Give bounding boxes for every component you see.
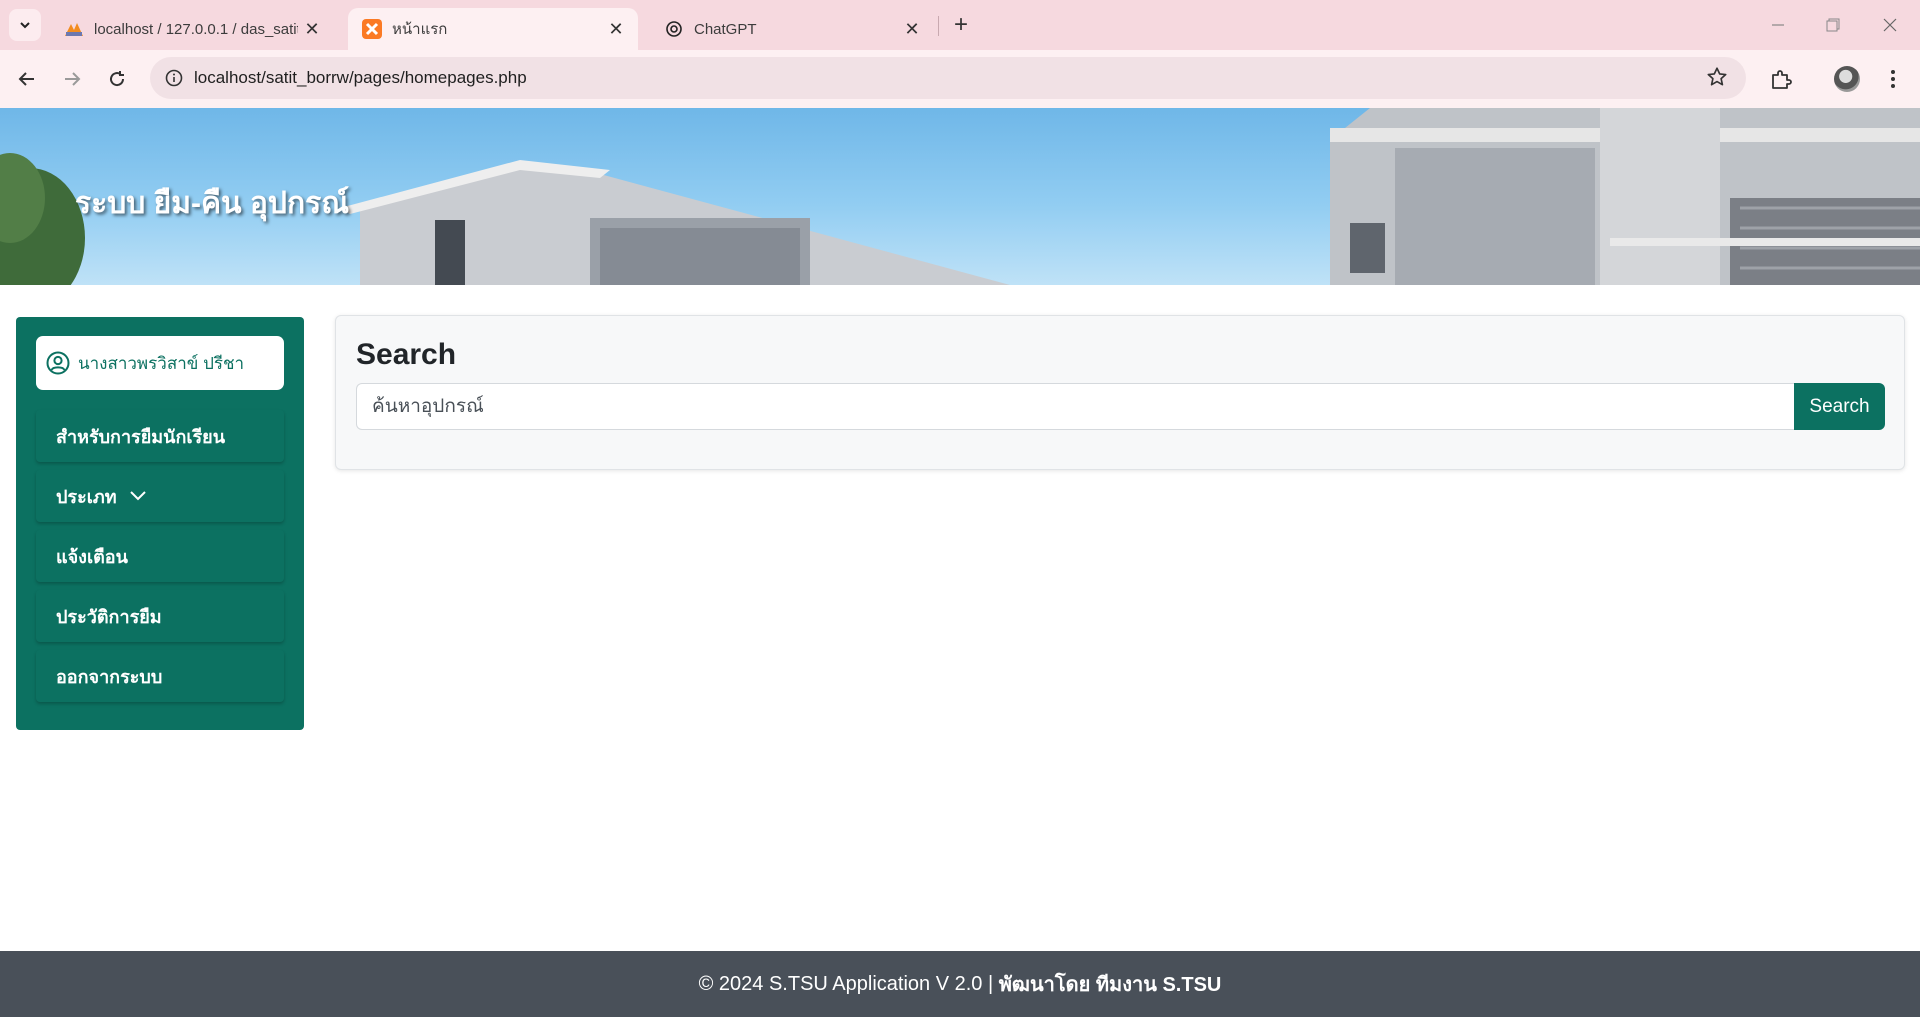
tab-title: ChatGPT: [694, 20, 757, 38]
back-button[interactable]: [10, 62, 44, 96]
tab-homepage[interactable]: หน้าแรก ✕: [348, 8, 638, 50]
tab-chatgpt[interactable]: ChatGPT ✕: [650, 8, 934, 50]
openai-icon: [664, 19, 684, 39]
tab-title: localhost / 127.0.0.1 / das_satit_: [94, 20, 298, 38]
tab-separator: [938, 16, 939, 36]
sidebar: นางสาวพรวิสาข์ ปรีชา สำหรับการยืมนักเรีย…: [16, 317, 304, 730]
browser-tab-strip: localhost / 127.0.0.1 / das_satit_ ✕ หน้…: [0, 0, 1920, 50]
chevron-down-icon: [20, 22, 30, 29]
tab-phpmyadmin[interactable]: localhost / 127.0.0.1 / das_satit_ ✕: [50, 8, 334, 50]
restore-icon: [1826, 18, 1840, 32]
forward-button[interactable]: [55, 62, 89, 96]
close-tab-icon[interactable]: ✕: [898, 15, 926, 43]
footer-team: พัฒนาโดย ทีมงาน S.TSU: [998, 974, 1222, 996]
browser-toolbar: localhost/satit_borrw/pages/homepages.ph…: [0, 50, 1920, 108]
new-tab-button[interactable]: +: [946, 10, 976, 40]
url-text: localhost/satit_borrw/pages/homepages.ph…: [194, 68, 527, 87]
tab-title: หน้าแรก: [392, 21, 448, 38]
restore-button[interactable]: [1811, 8, 1855, 42]
footer-copyright: © 2024 S.TSU Application V 2.0 |: [698, 972, 999, 995]
arrow-right-icon: [65, 72, 81, 86]
banner-title: ระบบ ยืม-คืน อุปกรณ์: [75, 187, 350, 220]
phpmyadmin-icon: [64, 19, 84, 39]
sidebar-item-logout[interactable]: ออกจากระบบ: [36, 650, 284, 702]
close-tab-icon[interactable]: ✕: [298, 15, 326, 43]
sidebar-item-notifications[interactable]: แจ้งเตือน: [36, 530, 284, 582]
minimize-button[interactable]: [1756, 8, 1800, 42]
browser-menu-button[interactable]: [1876, 62, 1910, 96]
tab-search-button[interactable]: [9, 9, 41, 41]
sidebar-item-label: ประวัติการยืม: [56, 606, 162, 627]
reload-button[interactable]: [100, 62, 134, 96]
reload-icon: [110, 71, 125, 87]
sidebar-item-student-borrow[interactable]: สำหรับการยืมนักเรียน: [36, 410, 284, 462]
user-name: นางสาวพรวิสาข์ ปรีชา: [78, 353, 245, 373]
extensions-button[interactable]: [1764, 62, 1798, 96]
search-button[interactable]: Search: [1794, 383, 1885, 430]
footer: © 2024 S.TSU Application V 2.0 | พัฒนาโด…: [0, 951, 1920, 1017]
address-bar[interactable]: localhost/satit_borrw/pages/homepages.ph…: [150, 57, 1746, 99]
search-input[interactable]: [356, 383, 1796, 430]
close-window-button[interactable]: [1868, 8, 1912, 42]
sidebar-item-label: สำหรับการยืมนักเรียน: [56, 426, 226, 447]
more-vertical-icon: [1891, 70, 1895, 88]
sidebar-item-borrow-history[interactable]: ประวัติการยืม: [36, 590, 284, 642]
close-icon: [1883, 18, 1897, 32]
sidebar-item-category[interactable]: ประเภท: [36, 470, 284, 522]
header-banner: ระบบ ยืม-คืน อุปกรณ์: [0, 108, 1920, 285]
arrow-left-icon: [18, 72, 34, 86]
search-card: Search Search: [335, 315, 1905, 470]
close-tab-icon[interactable]: ✕: [602, 15, 630, 43]
site-info-icon[interactable]: [154, 69, 194, 87]
search-heading: Search: [356, 338, 457, 371]
puzzle-icon: [1772, 70, 1792, 89]
user-profile-card[interactable]: นางสาวพรวิสาข์ ปรีชา: [36, 336, 284, 390]
bookmark-star-icon[interactable]: [1706, 66, 1728, 93]
sidebar-item-label: ออกจากระบบ: [56, 666, 163, 687]
sidebar-item-label: แจ้งเตือน: [56, 546, 128, 567]
sidebar-item-label: ประเภท: [56, 486, 117, 507]
user-circle-icon: [46, 351, 70, 375]
avatar: [1834, 66, 1860, 92]
xampp-icon: [362, 19, 382, 39]
profile-button[interactable]: [1830, 62, 1864, 96]
chevron-down-icon: [129, 490, 147, 502]
minimize-icon: [1772, 24, 1784, 26]
